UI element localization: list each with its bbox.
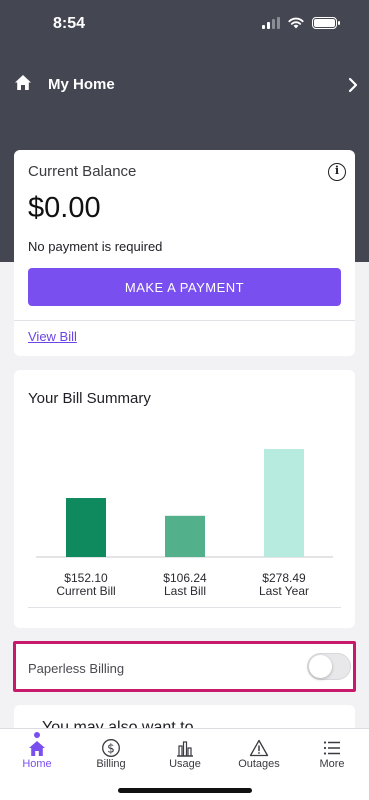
view-bill-link[interactable]: View Bill [28, 329, 77, 344]
wifi-icon [288, 17, 304, 29]
paperless-billing-toggle[interactable] [307, 653, 351, 680]
chart-category-label: Last Year [259, 584, 309, 598]
tab-label: More [319, 758, 345, 770]
paperless-billing-row: Paperless Billing [13, 641, 356, 692]
chart-value-label: $278.49 [262, 571, 306, 585]
home-indicator [118, 788, 252, 793]
bar-chart-icon [177, 741, 193, 757]
payment-status-text: No payment is required [28, 239, 163, 254]
chart-bar [165, 515, 205, 557]
tab-more[interactable]: More [295, 729, 369, 779]
status-time: 8:54 [53, 15, 86, 32]
page-title: My Home [48, 76, 115, 93]
svg-text:$: $ [107, 741, 115, 755]
status-bar: 8:54 [0, 0, 369, 48]
tab-label: Home [22, 758, 52, 770]
balance-title: Current Balance [28, 163, 137, 180]
battery-icon [312, 17, 340, 29]
chart-value-label: $106.24 [163, 571, 207, 585]
chart-category-label: Last Bill [164, 584, 206, 598]
chart-bar [264, 449, 304, 557]
chevron-right-icon[interactable] [347, 77, 359, 93]
tab-label: Usage [169, 758, 201, 770]
tab-usage[interactable]: Usage [148, 729, 222, 779]
chart-value-label: $152.10 [64, 571, 108, 585]
divider [28, 607, 341, 608]
tab-label: Outages [238, 758, 280, 770]
paperless-billing-label: Paperless Billing [28, 661, 125, 676]
home-header-row[interactable]: My Home [0, 70, 369, 102]
status-icons [262, 17, 340, 29]
bill-summary-chart: $152.10Current Bill $106.24Last Bill $278.… [36, 449, 333, 598]
tab-home[interactable]: Home [0, 729, 74, 779]
menu-list-icon [323, 741, 340, 755]
home-icon [29, 741, 45, 756]
tab-outages[interactable]: Outages [222, 729, 296, 779]
balance-amount: $0.00 [28, 192, 101, 224]
info-icon[interactable]: i [328, 163, 346, 181]
chart-category-label: Current Bill [56, 584, 115, 598]
tab-label: Billing [96, 758, 126, 770]
toggle-knob [309, 655, 332, 678]
divider [14, 320, 355, 321]
balance-card: Current Balance i $0.00 No payment is re… [14, 150, 355, 356]
tab-billing[interactable]: $ Billing [74, 729, 148, 779]
make-payment-button[interactable]: MAKE A PAYMENT [28, 268, 341, 306]
bill-summary-card: Your Bill Summary $152.10 Current Bill $10… [14, 370, 355, 628]
cellular-signal-icon [262, 17, 280, 29]
warning-icon [249, 739, 269, 757]
dollar-circle-icon: $ [102, 739, 120, 757]
chart-bar [66, 498, 106, 557]
home-icon [15, 75, 31, 90]
